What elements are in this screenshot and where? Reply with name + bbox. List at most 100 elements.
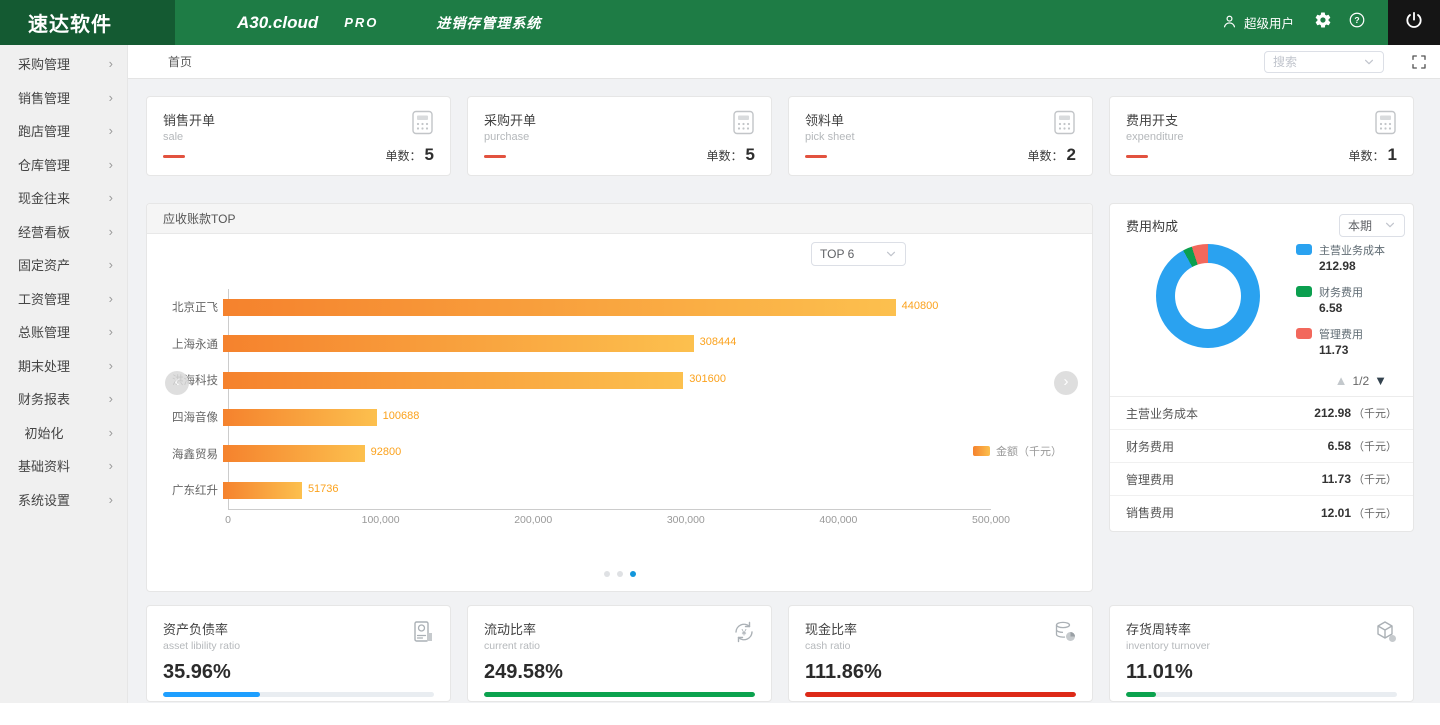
carousel-next-button[interactable]: › [1054, 371, 1078, 395]
red-dash [1126, 155, 1148, 158]
kpi-progress-fill [484, 692, 755, 697]
stat-card[interactable]: 领料单pick sheet单数：2 [788, 96, 1093, 176]
chevron-right-icon: › [109, 492, 113, 507]
user-menu[interactable]: 超级用户 [1221, 13, 1294, 33]
count-label: 单数： [386, 147, 422, 164]
expense-unit: （千元） [1353, 408, 1397, 420]
sidebar-item-label: 销售管理 [12, 88, 76, 107]
header-titles: A30.cloud PRO 进销存管理系统 [175, 0, 541, 45]
sidebar-item[interactable]: 财务报表› [0, 382, 127, 416]
kpi-title: 流动比率 [484, 619, 755, 638]
fullscreen-button[interactable] [1410, 53, 1428, 71]
expense-row: 管理费用11.73（千元） [1110, 463, 1413, 496]
chart-legend[interactable]: 金额（千元） [973, 443, 1062, 459]
sidebar-item[interactable]: 工资管理› [0, 282, 127, 316]
bar-category-label: 广东红升 [163, 482, 223, 498]
carousel-dot[interactable] [617, 571, 623, 577]
kpi-subtitle: current ratio [484, 640, 755, 652]
sidebar-item-label: 期末处理 [12, 356, 76, 375]
sidebar-item[interactable]: 仓库管理› [0, 148, 127, 182]
expense-row: 销售费用12.01（千元） [1110, 496, 1413, 529]
bar[interactable] [223, 482, 302, 499]
bar[interactable] [223, 445, 365, 462]
system-name: 进销存管理系统 [436, 13, 541, 33]
expense-unit: （千元） [1353, 508, 1397, 520]
stat-card[interactable]: 采购开单purchase单数：5 [467, 96, 772, 176]
carousel-dot[interactable] [604, 571, 610, 577]
kpi-cards-row: 资产负债率asset libility ratio35.96% 流动比率 curre… [146, 605, 1414, 702]
kpi-card[interactable]: 资产负债率asset libility ratio35.96% [146, 605, 451, 702]
kpi-subtitle: inventory turnover [1126, 640, 1397, 652]
product-edition: PRO [344, 15, 378, 30]
bar[interactable] [223, 372, 683, 389]
carousel-prev-button[interactable]: ‹ [165, 371, 189, 395]
sidebar-item-label: 跑店管理 [12, 121, 76, 140]
sidebar-item-label: 经营看板 [12, 222, 76, 241]
sidebar-item[interactable]: 销售管理› [0, 81, 127, 115]
bar[interactable] [223, 299, 896, 316]
cash-ratio-icon [1052, 619, 1078, 650]
count-label: 单数： [707, 147, 743, 164]
kpi-title: 现金比率 [805, 619, 1076, 638]
breadcrumb[interactable]: 首页 [168, 53, 192, 70]
bar[interactable] [223, 409, 377, 426]
sidebar-item[interactable]: 固定资产› [0, 248, 127, 282]
legend-swatch [973, 446, 990, 456]
period-select[interactable]: 本期 [1339, 214, 1405, 237]
x-axis-tick: 400,000 [819, 514, 857, 526]
search-input[interactable]: 搜索 [1264, 51, 1384, 73]
donut-legend-item[interactable]: 主营业务成本212.98 [1296, 242, 1385, 273]
sidebar-item[interactable]: 初始化› [0, 416, 127, 450]
donut-legend-item[interactable]: 财务费用6.58 [1296, 284, 1385, 315]
stat-card[interactable]: 费用开支expenditure单数：1 [1109, 96, 1414, 176]
expense-unit: （千元） [1353, 441, 1397, 453]
settings-button[interactable] [1306, 0, 1340, 45]
sidebar-item[interactable]: 总账管理› [0, 315, 127, 349]
bar-value-label: 51736 [308, 483, 339, 495]
asset-ratio-icon [410, 619, 436, 650]
brand-logo: 速达软件 [0, 0, 175, 45]
kpi-progress-track [163, 692, 434, 697]
sidebar-item-label: 财务报表 [12, 389, 76, 408]
sidebar-item[interactable]: 基础资料› [0, 449, 127, 483]
bar-value-label: 301600 [689, 373, 726, 385]
pager-up-icon[interactable]: ▲ [1335, 373, 1348, 388]
pager-down-icon[interactable]: ▼ [1374, 373, 1387, 388]
kpi-value: 11.01% [1126, 661, 1397, 684]
pager-text: 1/2 [1352, 374, 1369, 388]
header-actions: 超级用户 ? [1221, 0, 1440, 45]
carousel-dot[interactable] [630, 571, 636, 577]
receivables-chart: TOP 6 北京正飞440800上海永通308444洪海科技301600四海音像… [147, 234, 1092, 591]
stat-card-subtitle: pick sheet [805, 131, 1076, 143]
kpi-progress-fill [1126, 692, 1156, 697]
top-filter-select[interactable]: TOP 6 [811, 242, 906, 266]
kpi-card[interactable]: 存货周转率inventory turnover11.01% [1109, 605, 1414, 702]
sidebar-item-label: 系统设置 [12, 490, 76, 509]
kpi-progress-fill [163, 692, 260, 697]
sidebar-item-label: 初始化 [12, 423, 76, 442]
bar-row: 四海音像100688 [163, 399, 986, 436]
sidebar-item[interactable]: 期末处理› [0, 349, 127, 383]
sidebar-item[interactable]: 现金往来› [0, 181, 127, 215]
kpi-value: 249.58% [484, 661, 755, 684]
expense-label: 财务费用 [1126, 438, 1174, 455]
help-button[interactable]: ? [1340, 0, 1374, 45]
kpi-card[interactable]: 现金比率cash ratio111.86% [788, 605, 1093, 702]
bar[interactable] [223, 335, 694, 352]
legend-swatch [1296, 328, 1312, 339]
chevron-right-icon: › [109, 458, 113, 473]
count-value: 5 [425, 145, 434, 165]
kpi-progress-track [484, 692, 755, 697]
kpi-card[interactable]: 流动比率current ratio¥249.58% [467, 605, 772, 702]
sidebar-item[interactable]: 采购管理› [0, 47, 127, 81]
stat-card[interactable]: 销售开单sale单数：5 [146, 96, 451, 176]
sidebar-item[interactable]: 系统设置 › [0, 483, 127, 517]
count-value: 1 [1388, 145, 1397, 165]
logout-button[interactable] [1388, 0, 1440, 45]
donut-legend: 主营业务成本212.98 财务费用6.58 管理费用11.73 [1296, 242, 1385, 357]
donut-legend-item[interactable]: 管理费用11.73 [1296, 326, 1385, 357]
bar-category-label: 上海永通 [163, 336, 223, 352]
legend-pager: ▲ 1/2 ▼ [1335, 373, 1387, 388]
sidebar-item[interactable]: 经营看板› [0, 215, 127, 249]
sidebar-item[interactable]: 跑店管理› [0, 114, 127, 148]
